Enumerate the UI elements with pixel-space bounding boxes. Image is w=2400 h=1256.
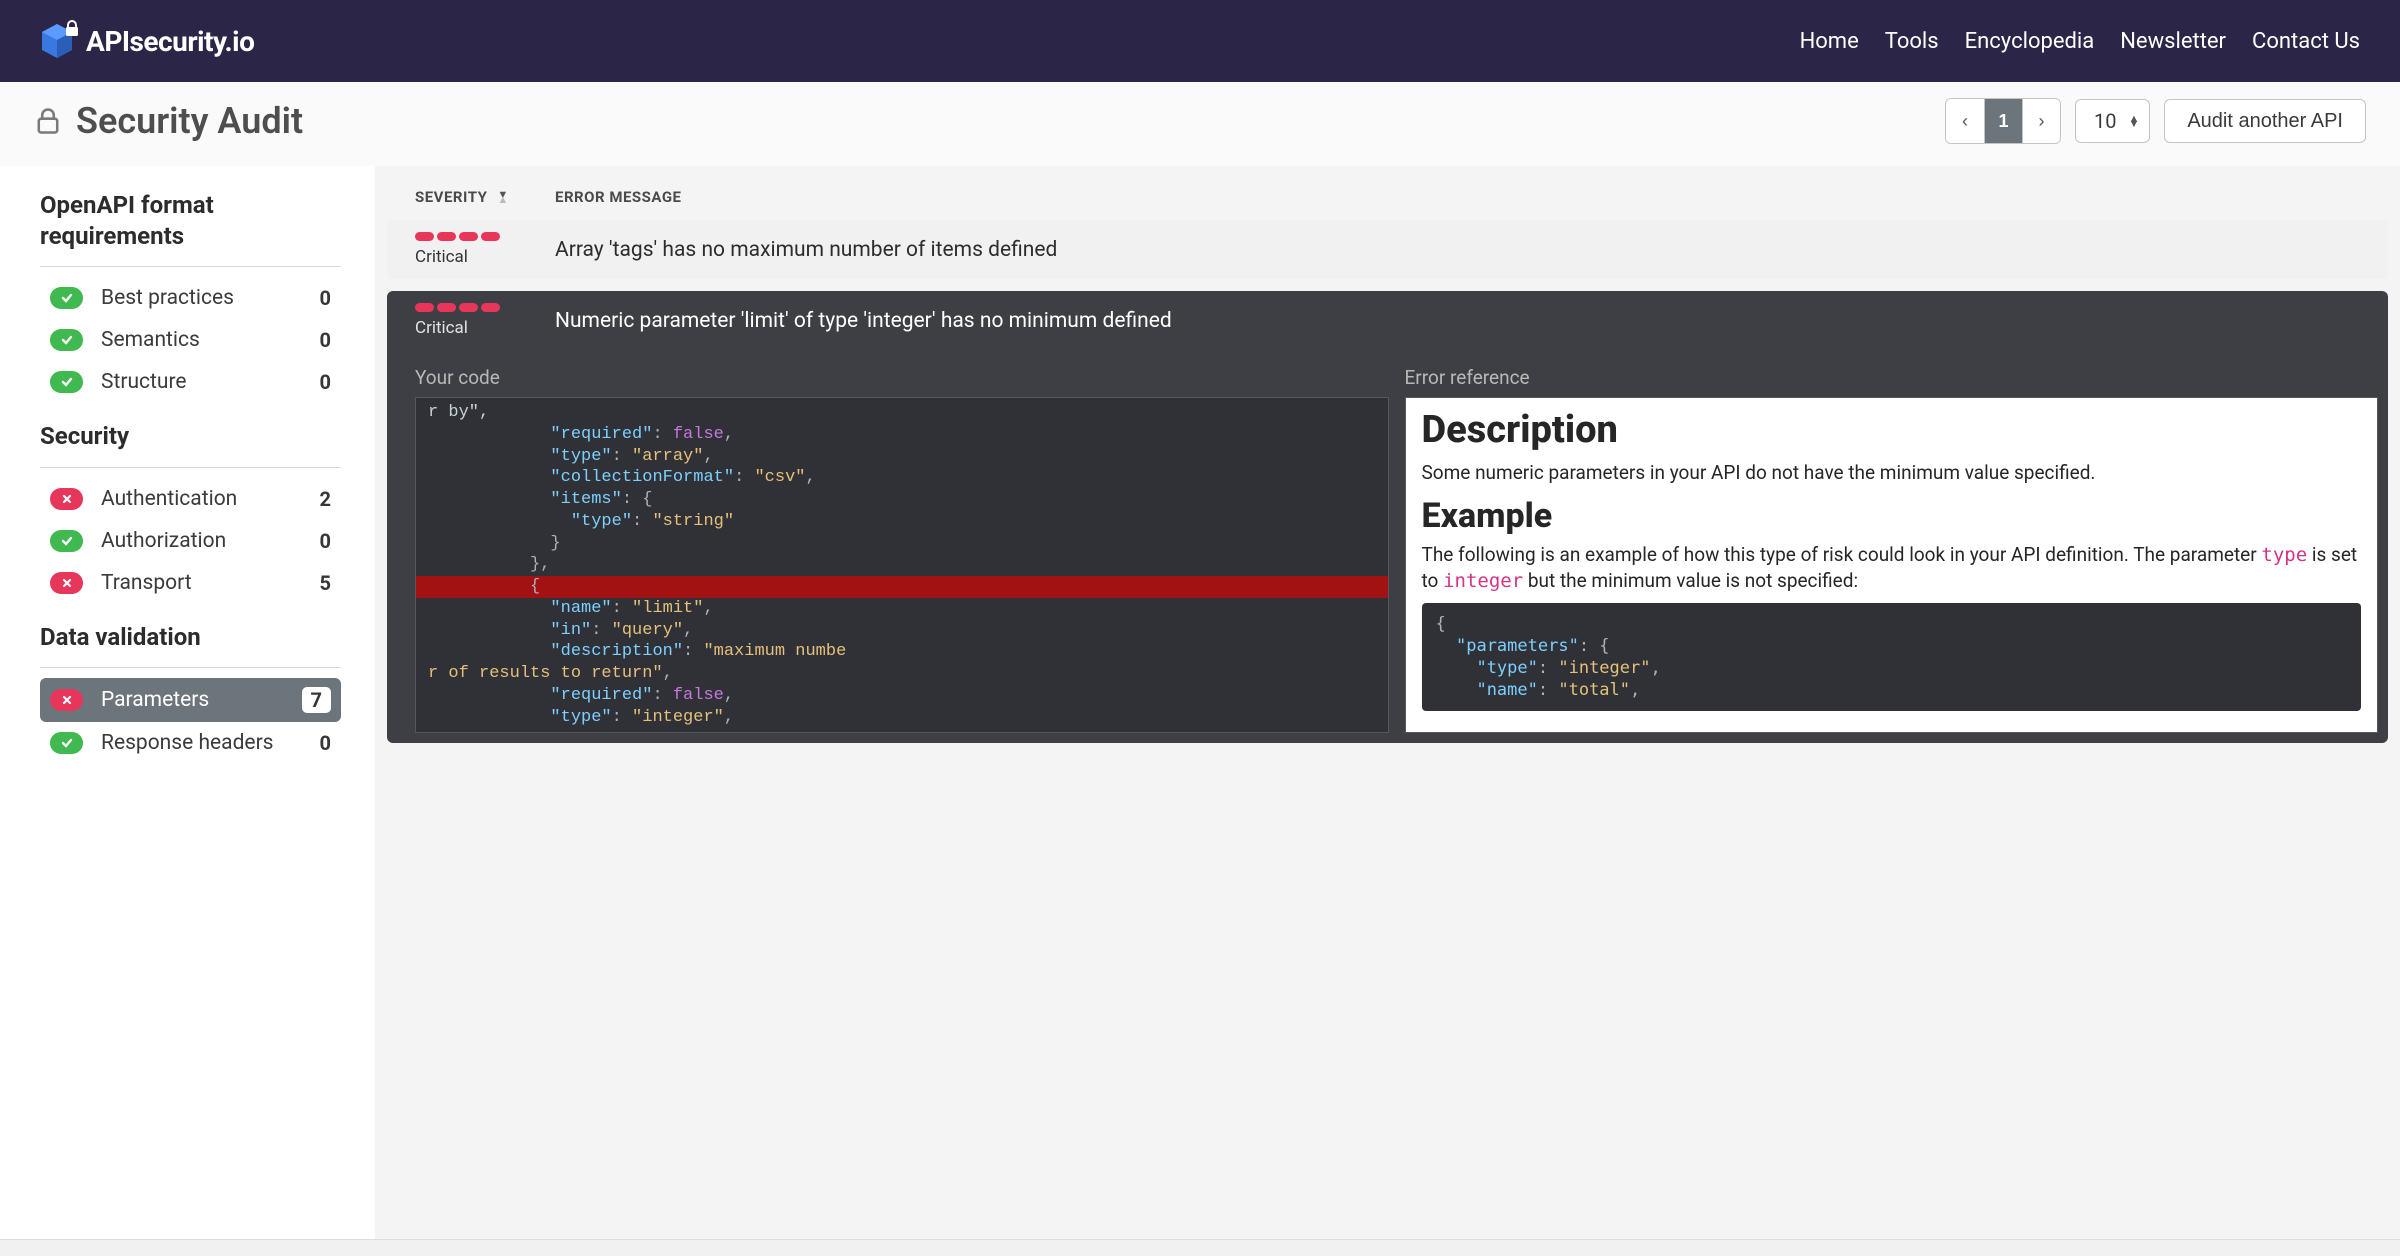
top-nav: APIsecurity.io Home Tools Encyclopedia N…	[0, 0, 2400, 82]
sidebar-item-count: 0	[320, 529, 331, 553]
desc-heading: Description	[1422, 408, 2362, 452]
desc-text: Some numeric parameters in your API do n…	[1422, 460, 2362, 486]
sidebar-item-count: 7	[302, 687, 331, 713]
sidebar-item[interactable]: Parameters 7	[40, 678, 341, 722]
reference-code: { "parameters": { "type": "integer", "na…	[1422, 603, 2362, 711]
nav-encyclopedia[interactable]: Encyclopedia	[1965, 29, 2095, 54]
divider	[40, 467, 341, 468]
sidebar-item-label: Parameters	[101, 688, 284, 712]
sidebar-group-title: Data validation	[40, 622, 341, 653]
divider	[40, 266, 341, 267]
th-severity[interactable]: SEVERITY ▼▲	[415, 188, 555, 206]
nav-contact[interactable]: Contact Us	[2252, 29, 2360, 54]
issue-row[interactable]: CriticalArray 'tags' has no maximum numb…	[387, 220, 2388, 279]
sidebar-group-title: Security	[40, 421, 341, 452]
pager-current[interactable]: 1	[1984, 99, 2022, 143]
nav-home[interactable]: Home	[1800, 29, 1859, 54]
subheader: Security Audit ‹ 1 › 10 ▲▼ Audit another…	[0, 82, 2400, 166]
app-body: OpenAPI format requirements Best practice…	[0, 166, 2400, 1254]
pager-prev[interactable]: ‹	[1946, 99, 1984, 143]
sidebar-item[interactable]: Transport 5	[40, 562, 341, 604]
lock-outline-icon	[34, 106, 62, 136]
severity-label: Critical	[415, 318, 555, 338]
check-icon	[50, 371, 83, 393]
main-panel: SEVERITY ▼▲ ERROR MESSAGE CriticalArray …	[375, 166, 2400, 1254]
severity-label: Critical	[415, 247, 555, 267]
sidebar: OpenAPI format requirements Best practice…	[0, 166, 375, 1254]
your-code-heading: Your code	[415, 366, 1389, 389]
sidebar-item[interactable]: Response headers 0	[40, 722, 341, 764]
check-icon	[50, 732, 83, 754]
sidebar-item-count: 0	[320, 328, 331, 352]
lock-icon	[64, 20, 80, 38]
audit-another-button[interactable]: Audit another API	[2164, 99, 2366, 143]
header-controls: ‹ 1 › 10 ▲▼ Audit another API	[1945, 98, 2366, 144]
sidebar-item-count: 0	[320, 286, 331, 310]
x-icon	[50, 488, 83, 510]
sidebar-item[interactable]: Authentication 2	[40, 478, 341, 520]
example-heading: Example	[1422, 496, 2362, 536]
divider	[40, 667, 341, 668]
severity-cell: Critical	[415, 303, 555, 338]
pager-next[interactable]: ›	[2022, 99, 2060, 143]
page-title-wrap: Security Audit	[34, 100, 303, 142]
severity-cell: Critical	[415, 232, 555, 267]
sidebar-item-label: Best practices	[101, 286, 302, 310]
page-size-select[interactable]: 10 ▲▼	[2075, 99, 2150, 143]
sort-icon: ▼▲	[497, 192, 508, 203]
logo-cube-icon	[40, 22, 74, 60]
reference-pane[interactable]: Description Some numeric parameters in yo…	[1405, 397, 2379, 733]
page-title: Security Audit	[76, 100, 303, 142]
page-size-value: 10	[2094, 109, 2116, 133]
x-icon	[50, 689, 83, 711]
th-error: ERROR MESSAGE	[555, 188, 2388, 206]
sidebar-item-count: 0	[320, 731, 331, 755]
nav-newsletter[interactable]: Newsletter	[2120, 29, 2226, 54]
check-icon	[50, 287, 83, 309]
sidebar-item-count: 0	[320, 370, 331, 394]
pager: ‹ 1 ›	[1945, 98, 2061, 144]
nav-tools[interactable]: Tools	[1885, 29, 1939, 54]
issues-table-header: SEVERITY ▼▲ ERROR MESSAGE	[387, 166, 2388, 220]
issue-message: Array 'tags' has no maximum number of it…	[555, 238, 2388, 262]
issue-message: Numeric parameter 'limit' of type 'integ…	[555, 309, 2388, 333]
issue-detail-panel: Your code r by", "required": false, "type…	[387, 350, 2388, 743]
main-hscroll[interactable]	[375, 1239, 2400, 1256]
sidebar-item[interactable]: Best practices 0	[40, 277, 341, 319]
sidebar-item-count: 5	[320, 571, 331, 595]
sidebar-item-label: Authorization	[101, 529, 302, 553]
severity-pills-icon	[415, 232, 555, 241]
x-icon	[50, 572, 83, 594]
sidebar-item-label: Structure	[101, 370, 302, 394]
sidebar-item[interactable]: Authorization 0	[40, 520, 341, 562]
sidebar-item-label: Semantics	[101, 328, 302, 352]
error-reference-heading: Error reference	[1405, 366, 2379, 389]
severity-pills-icon	[415, 303, 555, 312]
sidebar-hscroll[interactable]	[0, 1239, 375, 1256]
stepper-icon: ▲▼	[2128, 116, 2139, 127]
sidebar-group-title: OpenAPI format requirements	[40, 190, 341, 252]
nav-links: Home Tools Encyclopedia Newsletter Conta…	[1800, 29, 2360, 54]
sidebar-item[interactable]: Semantics 0	[40, 319, 341, 361]
sidebar-item-label: Transport	[101, 571, 302, 595]
sidebar-item-label: Response headers	[101, 731, 302, 755]
brand-logo[interactable]: APIsecurity.io	[40, 22, 254, 60]
code-pane[interactable]: r by", "required": false, "type": "array…	[415, 397, 1389, 733]
brand-name: APIsecurity.io	[86, 25, 254, 58]
check-icon	[50, 530, 83, 552]
example-text: The following is an example of how this …	[1422, 542, 2362, 595]
check-icon	[50, 329, 83, 351]
issue-row[interactable]: CriticalNumeric parameter 'limit' of typ…	[387, 291, 2388, 350]
sidebar-item[interactable]: Structure 0	[40, 361, 341, 403]
sidebar-item-count: 2	[320, 487, 331, 511]
sidebar-item-label: Authentication	[101, 487, 302, 511]
